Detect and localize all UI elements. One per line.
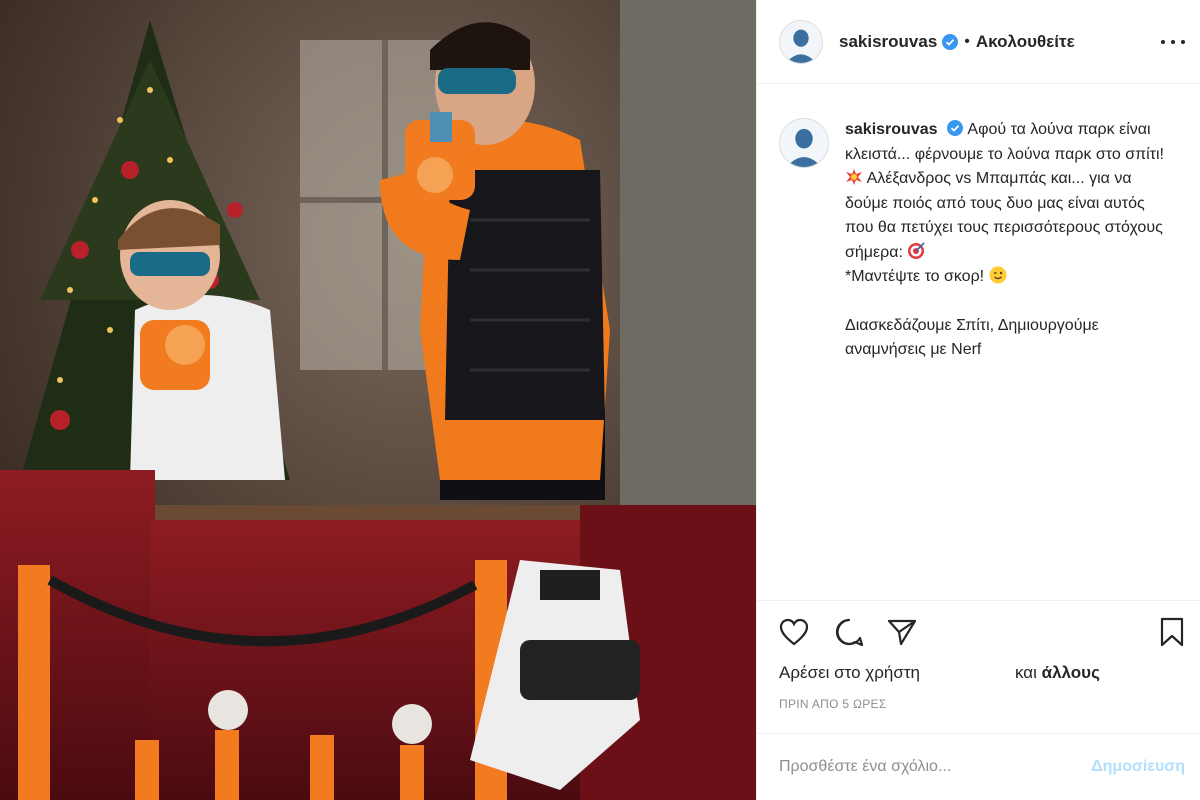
avatar[interactable] — [779, 118, 829, 168]
more-options-icon[interactable] — [1161, 30, 1185, 54]
caption-line-4: Διασκεδάζουμε Σπίτι, Δημιουργούμε αναμνή… — [845, 316, 1099, 359]
caption-line-3: *Μαντέψτε το σκορ! — [845, 268, 985, 285]
caption-text: sakisrouvas Αφού τα λούνα παρκ είναι κλε… — [845, 118, 1177, 363]
likes-and: και — [1015, 663, 1037, 682]
verified-badge-icon — [946, 120, 963, 136]
avatar-image — [780, 119, 828, 167]
post-comment-button[interactable]: Δημοσίευση — [1091, 758, 1185, 776]
add-comment-bar: Δημοσίευση — [757, 733, 1200, 800]
comment-input[interactable] — [779, 758, 1092, 776]
avatar[interactable] — [779, 19, 823, 64]
bookmark-icon[interactable] — [1155, 615, 1189, 649]
winking-face-emoji-icon — [989, 266, 1007, 284]
caption-comment: sakisrouvas Αφού τα λούνα παρκ είναι κλε… — [779, 118, 1179, 363]
comment-icon[interactable] — [832, 615, 866, 649]
likes-others-link[interactable]: άλλους — [1042, 663, 1100, 682]
post-photo[interactable] — [0, 0, 756, 800]
verified-badge-icon — [942, 33, 959, 50]
share-icon[interactable] — [885, 615, 919, 649]
post-timestamp[interactable]: ΠΡΙΝ ΑΠΟ 5 ΩΡΕΣ — [779, 697, 887, 711]
heart-icon[interactable] — [777, 615, 811, 649]
post-side-panel: sakisrouvas • Ακολουθείτε sakisrouvas Αφ… — [756, 0, 1200, 800]
caption-line-2: Αλέξανδρος vs Μπαμπάς και... για να δούμ… — [845, 170, 1163, 261]
username-link[interactable]: sakisrouvas — [839, 32, 937, 52]
avatar-image — [780, 20, 822, 63]
likes-prefix: Αρέσει στο χρήστη — [779, 663, 921, 682]
separator-dot: • — [964, 32, 970, 50]
likes-text[interactable]: Αρέσει στο χρήστη — [779, 663, 920, 683]
post-photo-illustration — [0, 0, 756, 800]
caption-username-link[interactable]: sakisrouvas — [845, 121, 938, 138]
target-emoji-icon — [908, 241, 925, 259]
likes-others[interactable]: και άλλους — [1015, 663, 1100, 683]
following-button[interactable]: Ακολουθείτε — [976, 32, 1075, 52]
collision-emoji-icon — [846, 169, 862, 185]
post-header: sakisrouvas • Ακολουθείτε — [757, 0, 1200, 84]
